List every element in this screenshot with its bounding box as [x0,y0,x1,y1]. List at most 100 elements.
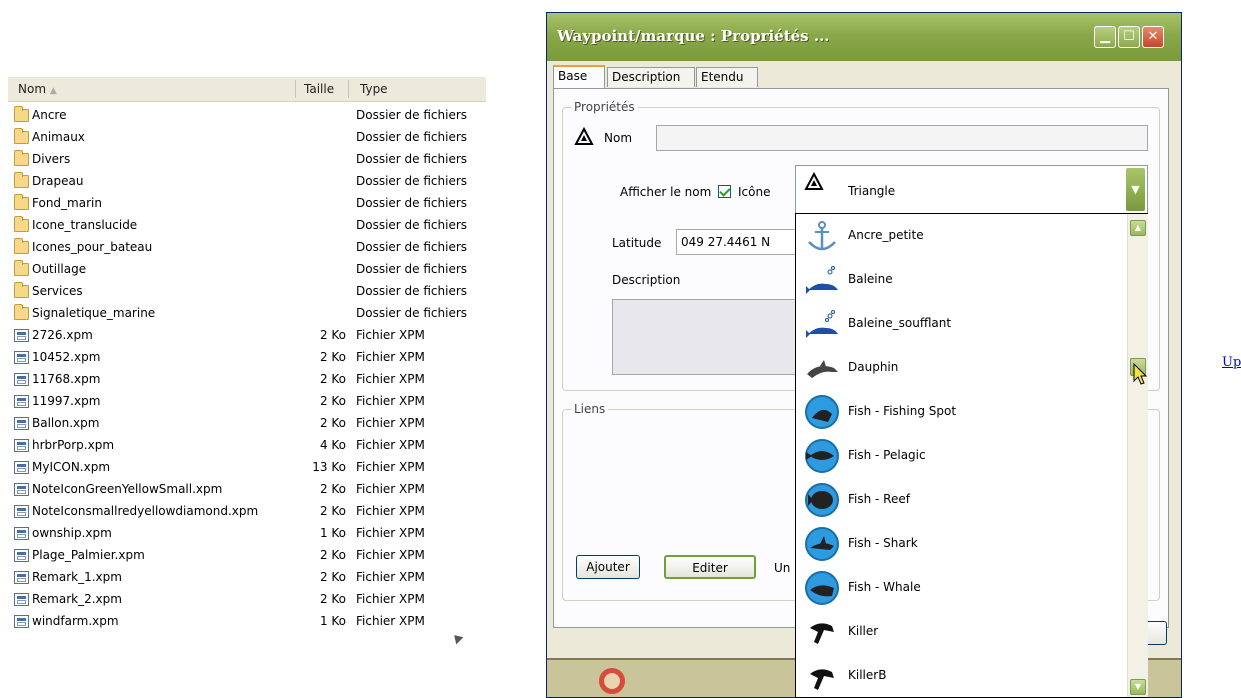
column-separator[interactable] [295,80,296,98]
file-row[interactable]: Icone_translucide Dossier de fichiers [8,215,486,237]
file-row[interactable]: 11768.xpm 2 Ko Fichier XPM [8,369,486,391]
xpm-file-icon [14,615,29,628]
title-bar[interactable]: Waypoint/marque : Propriétés ... ▁ ☐ ✕ [547,13,1181,61]
dropdown-option[interactable]: Fish - Fishing Spot [796,390,1126,434]
dropdown-option[interactable]: Fish - Pelagic [796,434,1126,478]
column-header-name[interactable]: Nom ▲ [18,82,57,96]
file-name: MyICON.xpm [32,460,111,474]
file-row[interactable]: Ballon.xpm 2 Ko Fichier XPM [8,413,486,435]
edit-button[interactable]: Editer [664,555,756,579]
dropdown-option-label: Fish - Fishing Spot [848,404,957,418]
file-row[interactable]: Plage_Palmier.xpm 2 Ko Fichier XPM [8,545,486,567]
file-row[interactable]: Remark_2.xpm 2 Ko Fichier XPM [8,589,486,611]
file-name: Ballon.xpm [32,416,100,430]
file-type: Fichier XPM [356,438,425,452]
file-type: Dossier de fichiers [356,152,468,166]
chevron-down-icon[interactable]: ▼ [1126,168,1145,211]
tab-description[interactable]: Description [607,67,695,87]
dropdown-option[interactable]: Dauphin [796,346,1126,390]
file-name: Ancre [32,108,67,122]
dropdown-option[interactable]: Fish - Shark [796,522,1126,566]
add-button[interactable]: Ajouter [576,555,640,579]
file-row[interactable]: Outillage Dossier de fichiers [8,259,486,281]
file-size: 1 Ko [319,614,346,628]
description-field[interactable] [612,299,802,375]
file-type: Fichier XPM [356,416,425,430]
file-row[interactable]: NoteIconsmallredyellowdiamond.xpm 2 Ko Fic… [8,501,486,523]
dropdown-option[interactable]: Fish - Whale [796,566,1126,610]
file-row[interactable]: Remark_1.xpm 2 Ko Fichier XPM [8,567,486,589]
fish-reef-icon [805,483,839,517]
dropdown-option[interactable]: KillerB [796,654,1126,697]
file-row[interactable]: NoteIconGreenYellowSmall.xpm 2 Ko Fichier … [8,479,486,501]
file-name: Remark_1.xpm [32,570,122,584]
icon-label: Icône [738,185,771,199]
file-row[interactable]: windfarm.xpm 1 Ko Fichier XPM [8,611,486,633]
fish-fishing-spot-icon [805,395,839,429]
file-row[interactable]: Icones_pour_bateau Dossier de fichiers [8,237,486,259]
name-label: Nom [604,131,633,145]
dropdown-option[interactable]: Baleine [796,258,1126,302]
file-row[interactable]: Animaux Dossier de fichiers [8,127,486,149]
minimize-button[interactable]: ▁ [1094,26,1116,48]
file-row[interactable]: Divers Dossier de fichiers [8,149,486,171]
file-type: Fichier XPM [356,570,425,584]
file-name: Remark_2.xpm [32,592,122,606]
file-row[interactable]: Fond_marin Dossier de fichiers [8,193,486,215]
file-size: 2 Ko [319,504,346,518]
properties-group-label: Propriétés [571,100,638,114]
dropdown-option-label: Ancre_petite [848,228,924,242]
folder-icon [14,150,29,166]
xpm-file-icon [14,395,29,408]
file-row[interactable]: MyICON.xpm 13 Ko Fichier XPM [8,457,486,479]
up-link[interactable]: Up [1222,355,1241,370]
latitude-field[interactable]: 049 27.4461 N [676,229,796,255]
file-name: Outillage [32,262,87,276]
maximize-button[interactable]: ☐ [1118,26,1140,48]
file-type: Fichier XPM [356,460,425,474]
show-name-checkbox[interactable] [718,185,731,198]
file-name: Divers [32,152,71,166]
scroll-up-button[interactable]: ▲ [1130,220,1146,236]
file-row[interactable]: Signaletique_marine Dossier de fichiers [8,303,486,325]
file-name: Services [32,284,83,298]
file-row[interactable]: ownship.xpm 1 Ko Fichier XPM [8,523,486,545]
dropdown-option[interactable]: Baleine_soufflant [796,302,1126,346]
folder-icon [14,304,29,320]
file-type: Fichier XPM [356,350,425,364]
file-name: 2726.xpm [32,328,93,342]
file-size: 2 Ko [319,372,346,386]
close-button[interactable]: ✕ [1142,26,1164,48]
dropdown-option[interactable]: Ancre_petite [796,214,1126,258]
dropdown-option[interactable]: Killer [796,610,1126,654]
file-row[interactable]: 11997.xpm 2 Ko Fichier XPM [8,391,486,413]
scroll-down-button[interactable]: ▼ [1130,679,1146,695]
dropdown-scrollbar[interactable]: ▲ ▼ [1127,214,1148,697]
file-size: 2 Ko [319,416,346,430]
tab-base[interactable]: Base [553,65,605,89]
fish-whale-icon [805,571,839,605]
dropdown-option[interactable]: Fish - Reef [796,478,1126,522]
icon-select[interactable]: Triangle ▼ [795,165,1148,214]
xpm-file-icon [14,439,29,452]
column-header-type[interactable]: Type [360,82,388,96]
file-row[interactable]: Drapeau Dossier de fichiers [8,171,486,193]
file-size: 2 Ko [319,592,346,606]
triangle-icon [804,172,824,190]
column-separator[interactable] [348,80,349,98]
file-row[interactable]: 10452.xpm 2 Ko Fichier XPM [8,347,486,369]
column-header-size[interactable]: Taille [304,82,334,96]
killer-whale-b-icon [810,669,834,690]
file-name: windfarm.xpm [32,614,119,628]
extra-text: Un [774,561,791,575]
file-row[interactable]: Services Dossier de fichiers [8,281,486,303]
name-field[interactable] [656,125,1148,151]
file-type: Dossier de fichiers [356,174,468,188]
file-row[interactable]: Ancre Dossier de fichiers [8,105,486,127]
dropdown-option-label: Baleine_soufflant [848,316,952,330]
sort-ascending-icon: ▲ [49,86,57,96]
file-name: Fond_marin [32,196,102,210]
tab-etendu[interactable]: Etendu [696,67,758,87]
file-row[interactable]: hrbrPorp.xpm 4 Ko Fichier XPM [8,435,486,457]
file-row[interactable]: 2726.xpm 2 Ko Fichier XPM [8,325,486,347]
